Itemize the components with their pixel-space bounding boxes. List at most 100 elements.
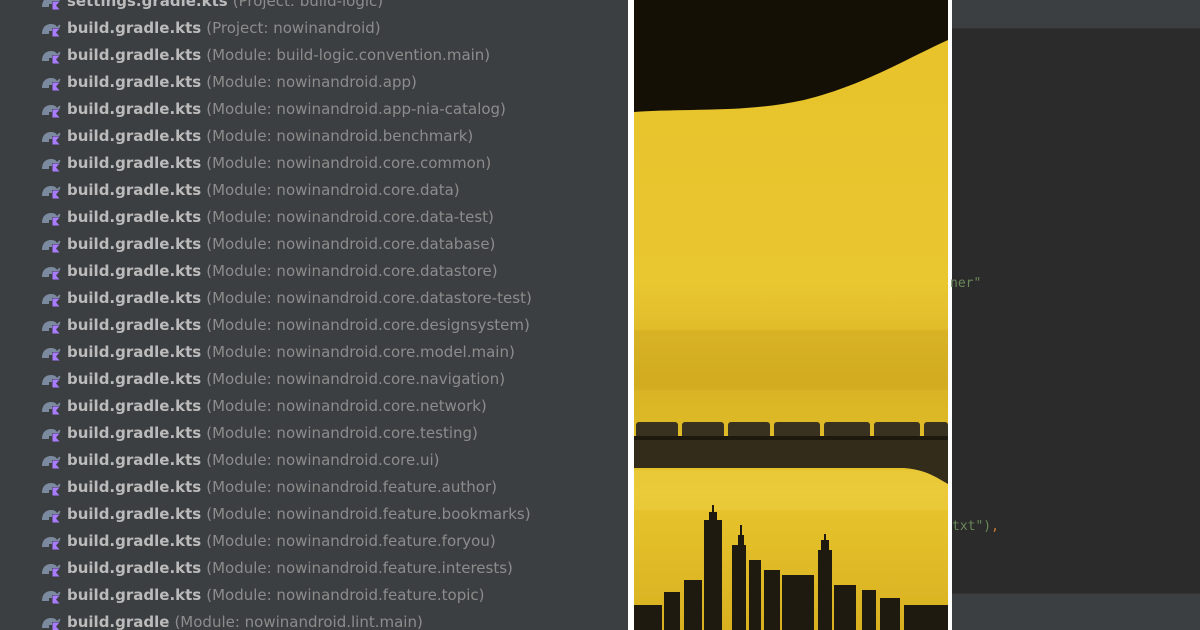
editor-tab-bar[interactable]	[952, 0, 1200, 29]
module-label: (Module: nowinandroid.core.common)	[206, 153, 492, 172]
string-literal: ner"	[950, 276, 982, 291]
tree-item[interactable]: build.gradle.kts (Project: nowinandroid)	[40, 14, 532, 41]
gradle-kotlin-icon	[42, 293, 61, 307]
string-literal: txt")	[952, 519, 992, 534]
module-label: (Module: nowinandroid.feature.author)	[206, 477, 497, 496]
editor-bottom-bar	[952, 593, 1200, 630]
module-label: (Module: nowinandroid.benchmark)	[206, 126, 474, 145]
code-editor-panel[interactable]: ner" txt"),	[950, 0, 1200, 630]
file-name: build.gradle.kts	[67, 423, 202, 442]
tree-item[interactable]: settings.gradle.kts (Project: build-logi…	[40, 0, 532, 14]
gradle-kotlin-icon	[42, 158, 61, 172]
file-name: build.gradle.kts	[67, 45, 202, 64]
module-label: (Module: nowinandroid.app)	[206, 72, 417, 91]
file-name: build.gradle.kts	[67, 207, 202, 226]
module-label: (Module: nowinandroid.core.data-test)	[206, 207, 494, 226]
tree-item[interactable]: build.gradle.kts (Module: nowinandroid.c…	[40, 230, 532, 257]
project-tree-panel: settings.gradle.kts (Project: build-logi…	[0, 0, 628, 630]
module-label: (Module: nowinandroid.core.datastore-tes…	[206, 288, 532, 307]
module-label: (Module: nowinandroid.core.navigation)	[206, 369, 506, 388]
tree-item[interactable]: build.gradle.kts (Module: nowinandroid.c…	[40, 365, 532, 392]
file-name: build.gradle.kts	[67, 504, 202, 523]
file-name: build.gradle.kts	[67, 234, 202, 253]
gradle-kotlin-icon	[42, 266, 61, 280]
module-label: (Module: nowinandroid.core.network)	[206, 396, 487, 415]
tree-item[interactable]: build.gradle.kts (Module: nowinandroid.c…	[40, 446, 532, 473]
file-name: build.gradle.kts	[67, 315, 202, 334]
tree-item[interactable]: build.gradle.kts (Module: nowinandroid.c…	[40, 392, 532, 419]
file-name: build.gradle.kts	[67, 261, 202, 280]
gradle-kotlin-icon	[42, 482, 61, 496]
gradle-kotlin-icon	[42, 50, 61, 64]
tree-item[interactable]: build.gradle.kts (Module: nowinandroid.f…	[40, 500, 532, 527]
tree-item[interactable]: build.gradle (Module: nowinandroid.lint.…	[40, 608, 532, 630]
tree-item[interactable]: build.gradle.kts (Module: nowinandroid.c…	[40, 419, 532, 446]
city-skyline-illustration	[634, 0, 948, 630]
module-label: (Module: nowinandroid.feature.interests)	[206, 558, 513, 577]
module-label: (Module: nowinandroid.lint.main)	[174, 612, 423, 630]
tree-item[interactable]: build.gradle.kts (Module: nowinandroid.f…	[40, 554, 532, 581]
tree-item[interactable]: build.gradle.kts (Module: nowinandroid.c…	[40, 284, 532, 311]
gradle-kotlin-icon	[42, 320, 61, 334]
module-label: (Module: build-logic.convention.main)	[206, 45, 491, 64]
file-name: build.gradle.kts	[67, 450, 202, 469]
gradle-kotlin-icon	[42, 536, 61, 550]
tree-item[interactable]: build.gradle.kts (Module: build-logic.co…	[40, 41, 532, 68]
tree-item[interactable]: build.gradle.kts (Module: nowinandroid.c…	[40, 176, 532, 203]
gradle-kotlin-icon	[42, 347, 61, 361]
tree-item[interactable]: build.gradle.kts (Module: nowinandroid.a…	[40, 95, 532, 122]
tree-item[interactable]: build.gradle.kts (Module: nowinandroid.c…	[40, 338, 532, 365]
gradle-kotlin-icon	[42, 401, 61, 415]
file-name: build.gradle.kts	[67, 369, 202, 388]
tree-item[interactable]: build.gradle.kts (Module: nowinandroid.f…	[40, 527, 532, 554]
gradle-kotlin-icon	[42, 77, 61, 91]
module-label: (Module: nowinandroid.app-nia-catalog)	[206, 99, 506, 118]
file-name: build.gradle.kts	[67, 585, 202, 604]
gradle-kotlin-icon	[42, 590, 61, 604]
module-label: (Project: build-logic)	[232, 0, 384, 10]
tree-item[interactable]: build.gradle.kts (Module: nowinandroid.c…	[40, 203, 532, 230]
file-name: build.gradle.kts	[67, 153, 202, 172]
gradle-kotlin-icon	[42, 23, 61, 37]
gradle-kotlin-icon	[42, 617, 61, 630]
module-label: (Module: nowinandroid.core.data)	[206, 180, 460, 199]
file-name: build.gradle.kts	[67, 342, 202, 361]
gradle-kotlin-icon	[42, 0, 60, 10]
tree-item[interactable]: build.gradle.kts (Module: nowinandroid.b…	[40, 122, 532, 149]
code-line-fragment: ner"	[950, 276, 981, 291]
gradle-kotlin-icon	[42, 428, 61, 442]
tree-item[interactable]: build.gradle.kts (Module: nowinandroid.c…	[40, 257, 532, 284]
gradle-kotlin-icon	[42, 185, 61, 199]
file-name: build.gradle.kts	[67, 477, 202, 496]
file-name: build.gradle.kts	[67, 18, 202, 37]
module-label: (Module: nowinandroid.core.ui)	[206, 450, 440, 469]
file-name: build.gradle.kts	[67, 72, 202, 91]
gradle-kotlin-icon	[42, 104, 61, 118]
tree-item[interactable]: build.gradle.kts (Module: nowinandroid.f…	[40, 473, 532, 500]
module-label: (Module: nowinandroid.core.datastore)	[206, 261, 498, 280]
file-name: build.gradle.kts	[67, 288, 202, 307]
tree-item[interactable]: build.gradle.kts (Module: nowinandroid.c…	[40, 149, 532, 176]
gradle-kotlin-icon	[42, 374, 61, 388]
screen: settings.gradle.kts (Project: build-logi…	[0, 0, 1200, 630]
city-skyline-photo	[634, 0, 948, 630]
file-name: build.gradle.kts	[67, 99, 202, 118]
gradle-kotlin-icon	[42, 455, 61, 469]
file-name: build.gradle.kts	[67, 180, 202, 199]
code-line-fragment: txt"),	[952, 519, 999, 534]
tree-item[interactable]: build.gradle.kts (Module: nowinandroid.f…	[40, 581, 532, 608]
gradle-kotlin-icon	[42, 509, 61, 523]
file-name: build.gradle.kts	[67, 396, 202, 415]
tree-item[interactable]: build.gradle.kts (Module: nowinandroid.c…	[40, 311, 532, 338]
module-label: (Module: nowinandroid.core.testing)	[206, 423, 478, 442]
project-tree: settings.gradle.kts (Project: build-logi…	[40, 0, 532, 630]
gradle-kotlin-icon	[42, 563, 61, 577]
module-label: (Module: nowinandroid.core.model.main)	[206, 342, 515, 361]
file-name: build.gradle.kts	[67, 531, 202, 550]
gradle-kotlin-icon	[42, 239, 61, 253]
module-label: (Project: nowinandroid)	[206, 18, 381, 37]
module-label: (Module: nowinandroid.core.designsystem)	[206, 315, 530, 334]
file-name: build.gradle	[67, 612, 170, 630]
module-label: (Module: nowinandroid.feature.foryou)	[206, 531, 496, 550]
tree-item[interactable]: build.gradle.kts (Module: nowinandroid.a…	[40, 68, 532, 95]
